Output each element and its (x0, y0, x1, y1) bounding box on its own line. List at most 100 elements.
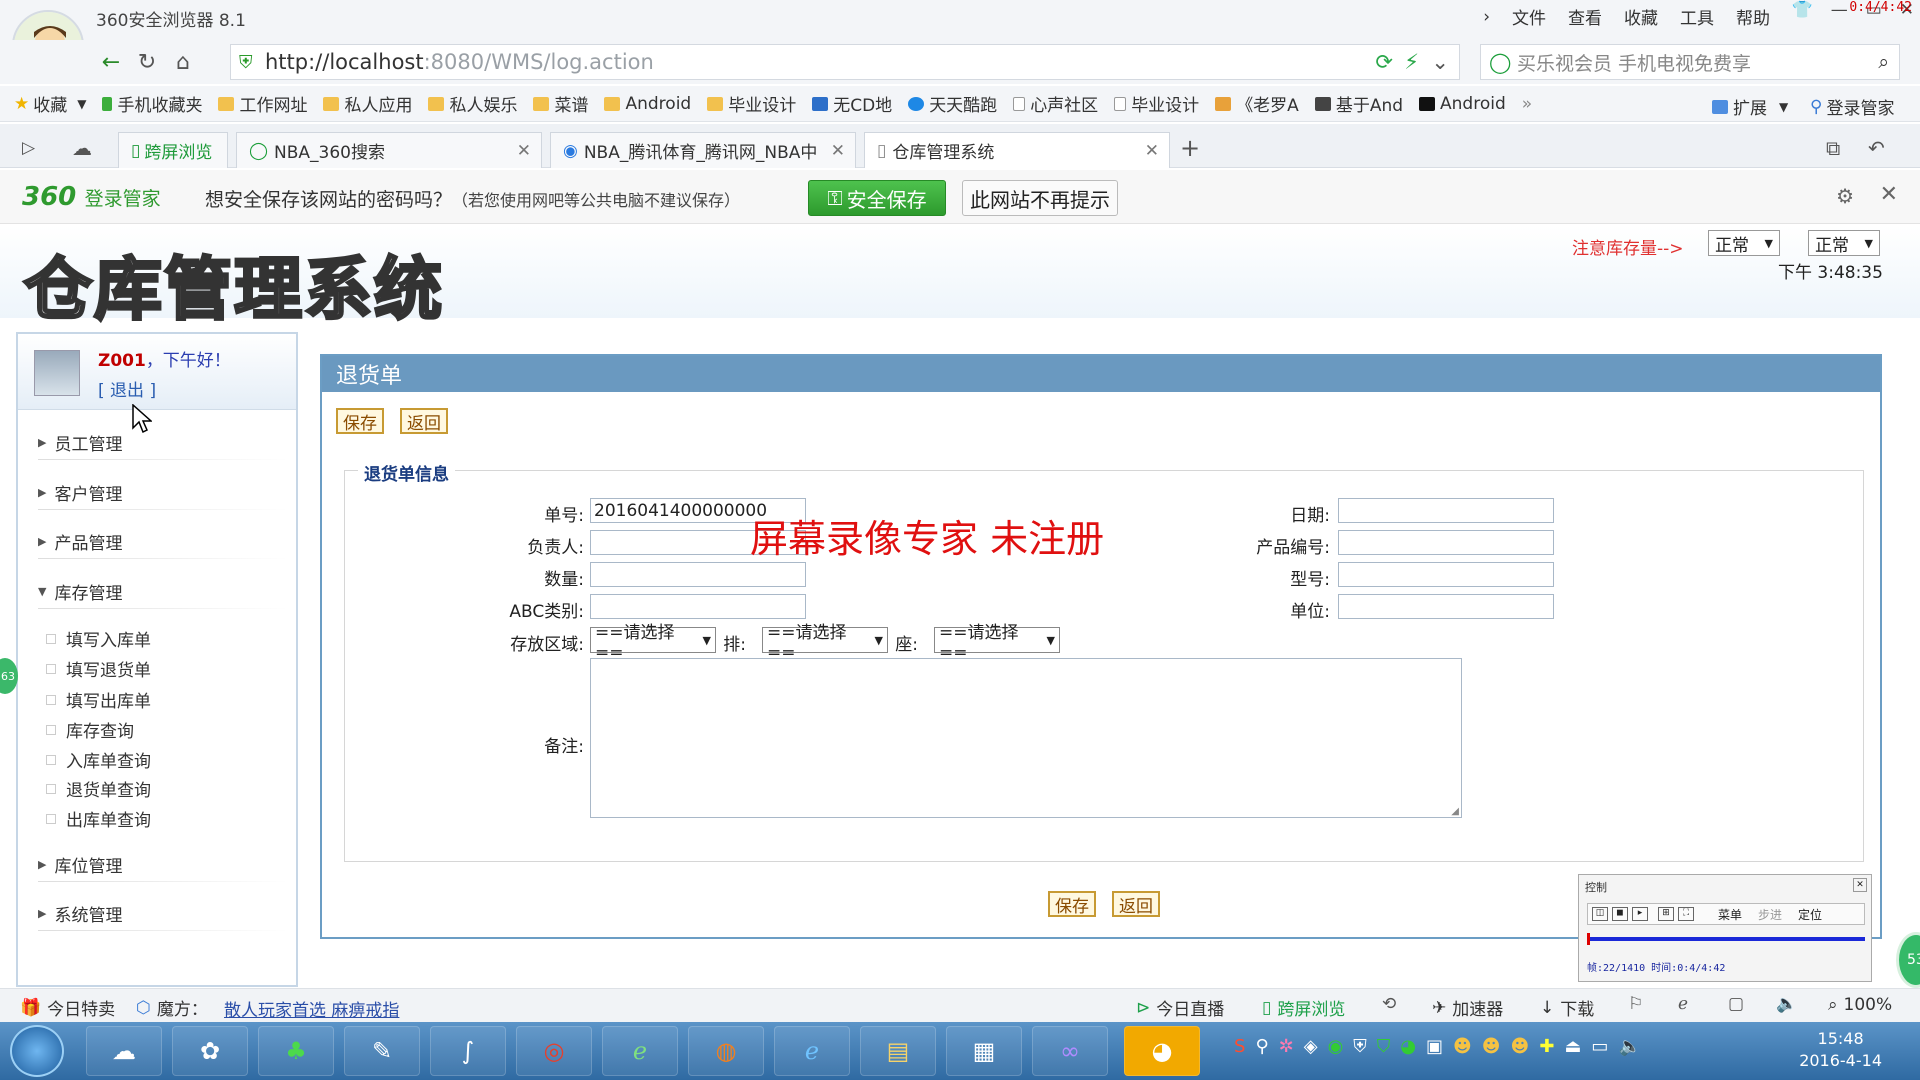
menu-file[interactable]: 文件 (1512, 4, 1546, 29)
sidebar-toggle-icon[interactable]: ▷ (22, 138, 35, 158)
taskbar-clock[interactable]: 15:48 2016-4-14 (1799, 1028, 1882, 1072)
infinity-app-icon[interactable]: ∞ (1032, 1026, 1108, 1076)
bookmark-private-apps[interactable]: 私人应用 (323, 91, 412, 116)
eclipse-app-icon[interactable]: ∫ (430, 1026, 506, 1076)
more-bookmarks-icon[interactable]: » (1522, 94, 1532, 114)
ie-icon[interactable]: ℯ (774, 1026, 850, 1076)
resize-grip-icon[interactable]: ◢ (1451, 806, 1459, 817)
qq-icon[interactable]: ☻ (1511, 1036, 1530, 1057)
bookmark-graduation[interactable]: 毕业设计 (707, 91, 796, 116)
tray-icon[interactable]: ⚲ (1255, 1036, 1268, 1057)
bookmark-community[interactable]: 心声社区 (1013, 91, 1098, 116)
bookmark-graduation-2[interactable]: 毕业设计 (1114, 91, 1199, 116)
sidebar-item-locations[interactable]: ▶ 库位管理 (38, 852, 122, 877)
save-button-top[interactable]: 保存 (336, 408, 384, 434)
qq-icon[interactable]: ☻ (1453, 1036, 1472, 1057)
home-icon[interactable]: ⌂ (168, 47, 198, 77)
today-deals[interactable]: 🎁 今日特卖 (20, 995, 115, 1021)
wechat-tray-icon[interactable]: ◕ (1400, 1036, 1416, 1057)
bookmark-based-android[interactable]: 基于And (1314, 91, 1403, 116)
tab-nba-search[interactable]: ◯ NBA_360搜索 ✕ (236, 132, 542, 168)
row-select[interactable]: ==请选择== ▼ (762, 623, 888, 663)
tray-icon[interactable]: ▣ (1426, 1036, 1443, 1057)
sidebar-item-products[interactable]: ▶ 产品管理 (38, 529, 122, 554)
abc-category-input[interactable] (590, 594, 806, 619)
cloud-app-icon[interactable]: ☁ (86, 1026, 162, 1076)
lightning-icon[interactable]: ⚡ (1404, 50, 1419, 74)
never-prompt-button[interactable]: 此网站不再提示 (962, 180, 1118, 216)
url-input[interactable]: ⛨ http://localhost:8080/WMS/log.action ⟳… (230, 44, 1460, 80)
login-manager-button[interactable]: ⚲ 登录管家 (1810, 94, 1894, 120)
tray-icon[interactable]: ◈ (1304, 1036, 1318, 1057)
tray-icon[interactable]: ◉ (1328, 1036, 1344, 1057)
sub-item-return-form[interactable]: 填写退货单 (46, 656, 151, 681)
qq-icon[interactable]: ☻ (1482, 1036, 1501, 1057)
accelerator[interactable]: ✈ 加速器 (1432, 995, 1503, 1021)
sidebar-item-system[interactable]: ▶ 系统管理 (38, 901, 122, 926)
model-input[interactable] (1338, 562, 1554, 587)
new-tab-button[interactable]: + (1180, 134, 1200, 162)
sub-item-stock-query[interactable]: 库存查询 (46, 717, 134, 742)
cross-screen[interactable]: ▯ 跨屏浏览 (1262, 995, 1345, 1021)
menu-help[interactable]: 帮助 (1736, 4, 1770, 29)
shield-icon[interactable]: ⛨ (1353, 1036, 1367, 1057)
close-icon[interactable]: ✕ (1853, 878, 1867, 892)
sidebar-item-inventory[interactable]: ▼ 库存管理 (38, 579, 122, 604)
bookmark-android[interactable]: Android (604, 94, 691, 114)
flower-icon[interactable]: ✲ (1279, 1036, 1294, 1057)
fit-icon[interactable]: ⊞ (1658, 907, 1674, 921)
search-icon[interactable]: ⌕ (1878, 51, 1889, 73)
sub-item-stock-in-query[interactable]: 入库单查询 (46, 747, 151, 772)
chevron-right-icon[interactable]: › (1483, 7, 1490, 27)
shirt-icon[interactable]: 👕 (1792, 0, 1813, 20)
sogou-icon[interactable]: S (1234, 1036, 1245, 1057)
step-button[interactable]: 步进 (1758, 906, 1782, 923)
gear-icon[interactable]: ⚙ (1836, 184, 1854, 208)
progress-marker[interactable] (1587, 933, 1590, 945)
menu-view[interactable]: 查看 (1568, 4, 1602, 29)
unit-input[interactable] (1338, 594, 1554, 619)
bookmark-work[interactable]: 工作网址 (218, 91, 307, 116)
menu-button[interactable]: 菜单 (1718, 906, 1742, 923)
window-icon[interactable]: ▢ (1728, 994, 1744, 1014)
undo-icon[interactable]: ↶ (1868, 136, 1885, 160)
pause-icon[interactable]: ◫ (1592, 907, 1608, 921)
usb-icon[interactable]: ⏏ (1564, 1036, 1581, 1057)
menu-tools[interactable]: 工具 (1680, 4, 1714, 29)
extensions-button[interactable]: 扩展 ▼ (1712, 94, 1788, 119)
menu-favorites[interactable]: 收藏 (1624, 4, 1658, 29)
play-icon[interactable]: ▸ (1632, 907, 1648, 921)
start-button[interactable] (10, 1025, 64, 1077)
firefox-icon[interactable]: ◍ (688, 1026, 764, 1076)
sub-item-stock-out-form[interactable]: 填写出库单 (46, 687, 151, 712)
refresh-icon[interactable]: ↻ (132, 47, 162, 77)
bookmark-android-2[interactable]: Android (1419, 94, 1506, 114)
close-tab-icon[interactable]: ✕ (831, 141, 845, 161)
fullscreen-icon[interactable]: ⛶ (1678, 907, 1694, 921)
status-select-2[interactable]: 正常 ▼ (1808, 230, 1880, 256)
tab-warehouse[interactable]: ▯ 仓库管理系统 ✕ (864, 132, 1170, 168)
tab-cross-screen[interactable]: ▯ 跨屏浏览 (118, 132, 228, 168)
seat-select[interactable]: ==请选择== ▼ (934, 623, 1060, 663)
back-arrow-icon[interactable]: ← (96, 47, 126, 77)
restore-tabs-icon[interactable]: ⧉ (1826, 136, 1840, 160)
minimize-button[interactable]: — (1831, 0, 1848, 20)
quantity-input[interactable] (590, 562, 806, 587)
bookmark-laoluo[interactable]: 《老罗A (1215, 91, 1299, 116)
safe-save-button[interactable]: ⚿ 安全保存 (808, 180, 946, 216)
network-app-icon[interactable]: ✿ (172, 1026, 248, 1076)
sub-item-stock-in-form[interactable]: 填写入库单 (46, 626, 151, 651)
bookmark-favorites[interactable]: ★ 收藏 ▼ (14, 91, 86, 117)
map-app-icon[interactable]: ▦ (946, 1026, 1022, 1076)
save-button-bottom[interactable]: 保存 (1048, 891, 1096, 917)
360-browser-icon[interactable]: ℯ (602, 1026, 678, 1076)
side-float-badge-right[interactable]: 53 (1896, 932, 1920, 988)
bookmark-nocd[interactable]: 无CD地 (812, 91, 892, 116)
explorer-icon[interactable]: ▤ (860, 1026, 936, 1076)
tab-nba-tencent[interactable]: ◉ NBA_腾讯体育_腾讯网_NBA中 ✕ (550, 132, 856, 168)
logout-link[interactable]: [ 退出 ] (98, 376, 156, 401)
close-icon[interactable]: ✕ (1880, 182, 1898, 207)
cube-ad-link[interactable]: 散人玩家首选 麻痹戒指 (224, 996, 399, 1021)
progress-slider[interactable] (1587, 933, 1865, 945)
product-no-input[interactable] (1338, 530, 1554, 555)
